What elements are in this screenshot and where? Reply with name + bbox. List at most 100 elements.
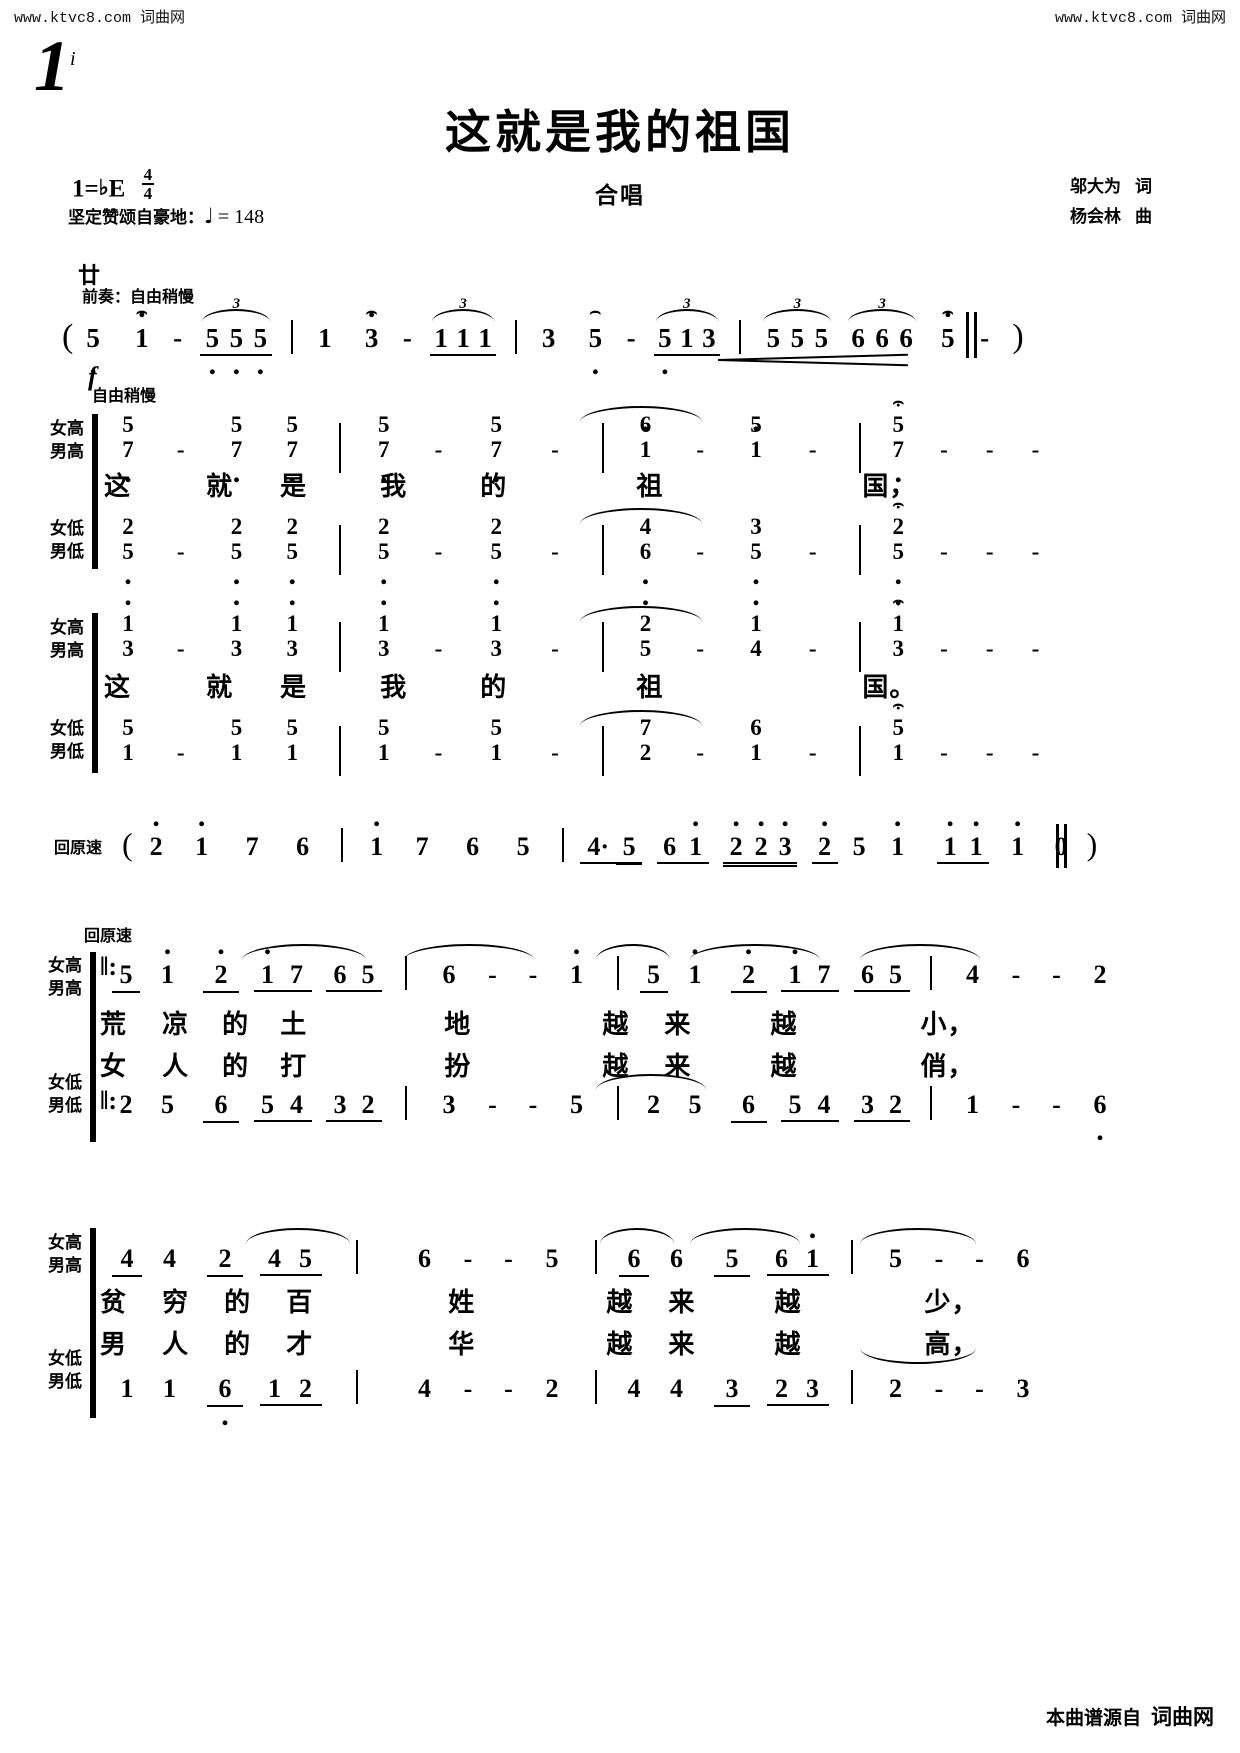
note-pair: 51	[230, 715, 243, 765]
source-footer: 本曲谱源自 词曲网	[1045, 1705, 1214, 1729]
note-dash: -	[1031, 539, 1040, 564]
note-dash: -	[488, 960, 497, 989]
interlude-note: 5	[852, 832, 866, 861]
note-pair: 13	[361, 594, 407, 661]
system3-upper-notes: 5 1 2 17 65 6 - - 1 5 1 2 17 65 4 - - 2	[112, 943, 1120, 993]
note: 5	[161, 1090, 174, 1119]
note-dash: -	[985, 437, 994, 462]
barline	[601, 525, 604, 575]
note-pair: 13	[878, 588, 918, 661]
barline	[601, 726, 604, 776]
prelude-note: 5	[654, 323, 676, 367]
note: 4	[817, 1090, 831, 1119]
note-dash: -	[808, 539, 817, 564]
note-pair: 57	[265, 412, 319, 475]
note: 1	[966, 1090, 979, 1119]
note-dash: -	[696, 437, 705, 462]
interlude-note: 0	[1054, 832, 1068, 861]
prelude-note: -	[402, 323, 412, 353]
note: 7	[290, 960, 303, 989]
system3-lyrics-row2: 女 人 的 打 扮 越 来 越 俏，	[100, 1052, 975, 1082]
interlude-note: 1	[180, 815, 224, 862]
prelude-note: 6	[851, 323, 865, 353]
note-dash: -	[985, 740, 994, 765]
note-dash: -	[551, 740, 559, 765]
barline	[339, 726, 341, 776]
interlude-note: 6	[466, 832, 480, 861]
note: 4	[966, 960, 979, 989]
interlude-label: 回原速	[54, 838, 103, 857]
note-pair: 35	[733, 514, 779, 577]
note-dash: -	[1052, 960, 1061, 989]
time-signature: 44	[141, 165, 155, 204]
note-dash: -	[1052, 1090, 1061, 1119]
barline	[617, 956, 619, 990]
note: 5	[714, 1244, 750, 1277]
prelude-note: 5	[766, 323, 781, 353]
note-dash: -	[176, 539, 185, 564]
note: 5	[889, 1244, 902, 1273]
note-pair: 25	[108, 514, 148, 577]
note-pair: 51	[878, 692, 918, 765]
barline	[601, 622, 604, 672]
note-dash: -	[1031, 636, 1040, 661]
system-brace-1	[92, 414, 98, 569]
voice-label-soprano-tenor-4: 女高 男高	[48, 1233, 82, 1276]
note: 4	[290, 1090, 303, 1119]
note: 3	[714, 1374, 750, 1407]
note-pair: 25	[214, 514, 260, 577]
note-dash: -	[488, 1090, 497, 1119]
note: 2	[361, 1090, 375, 1119]
prelude-note: 5	[790, 323, 805, 353]
note-pair: 51	[286, 715, 299, 765]
barline	[851, 1370, 853, 1404]
note-pair: 14	[733, 594, 779, 661]
barline	[617, 1086, 619, 1120]
note: 6	[775, 1244, 788, 1273]
note-dash: -	[1031, 740, 1040, 765]
watermark-right: www.ktvc8.com 词曲网	[1054, 10, 1226, 27]
prelude-note: 5	[200, 323, 224, 367]
note-dash: -	[463, 1244, 473, 1273]
note: 5	[112, 960, 140, 993]
prelude-note: 3	[357, 301, 387, 354]
note: 5	[361, 960, 375, 989]
note-pair: 57	[214, 412, 260, 475]
lyricist-role: 词	[1135, 177, 1152, 197]
note-dash: -	[434, 539, 443, 564]
note: 2	[889, 1374, 902, 1403]
note-pair: 13	[108, 594, 148, 661]
note: 5	[545, 1244, 559, 1273]
interlude-note: 2	[812, 815, 838, 862]
note: 6	[442, 960, 456, 989]
note: 1	[674, 943, 716, 990]
note: 4	[268, 1244, 281, 1273]
note: 2	[647, 1090, 660, 1119]
note: 1	[163, 1374, 176, 1403]
note: 3	[442, 1090, 456, 1119]
interlude-note: 6	[663, 832, 677, 861]
slur	[600, 1228, 674, 1244]
note: 1	[268, 1374, 281, 1403]
system4-lower-notes: 1 1 6 12 4 - - 2 4 4 3 23 2 - - 3	[112, 1370, 1043, 1418]
barline	[930, 956, 932, 990]
note: 4	[112, 1244, 142, 1277]
slur	[580, 606, 702, 622]
interlude-note: 1	[683, 815, 709, 862]
interlude-note: 5	[616, 832, 643, 865]
note: 5	[889, 960, 902, 989]
prelude-note: 1	[456, 323, 470, 353]
open-paren: (	[122, 826, 133, 862]
prelude-note: 5	[80, 323, 106, 367]
voice-label-alto-bass-3: 女低 男低	[48, 1073, 82, 1116]
tempo-marking: 坚定赞颂自豪地：♩ = 148	[68, 204, 265, 228]
barline	[966, 312, 969, 358]
note: 5	[261, 1090, 274, 1119]
note-dash: -	[551, 539, 559, 564]
barline	[851, 1240, 853, 1274]
slur	[690, 1228, 800, 1244]
note-dash: -	[940, 740, 948, 765]
note-dash: -	[985, 539, 994, 564]
credits: 邬大为词 杨会林曲	[1070, 172, 1152, 232]
voice-label-alto-bass-1: 女低 男低	[50, 519, 84, 562]
